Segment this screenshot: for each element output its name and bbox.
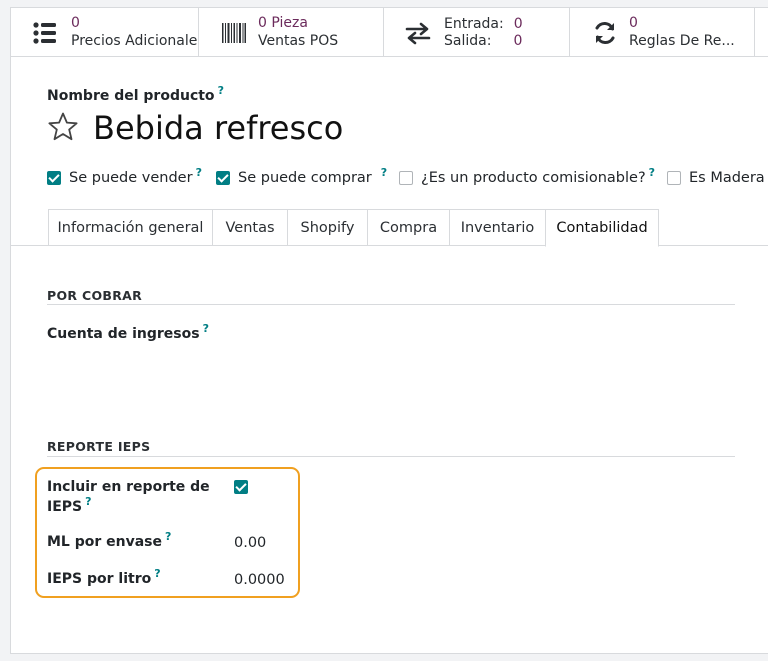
ieps-per-liter-field[interactable]: 0.0000	[234, 572, 285, 588]
include-ieps-label-line1: Incluir en reporte de	[47, 479, 210, 495]
section-divider	[47, 304, 735, 305]
help-tooltip[interactable]: ?	[381, 166, 387, 179]
tab-shopify[interactable]: Shopify	[287, 209, 367, 246]
help-tooltip[interactable]: ?	[203, 322, 209, 335]
tab-accounting[interactable]: Contabilidad	[545, 209, 659, 247]
extra-prices-button[interactable]: 0 Precios Adicionales	[11, 8, 199, 57]
section-divider	[47, 456, 735, 457]
can-be-purchased-checkbox[interactable]: Se puede comprar?	[216, 166, 387, 186]
help-tooltip[interactable]: ?	[649, 166, 655, 179]
smart-buttons-bar: 0 Precios Adicionales 0 Pieza Ventas POS…	[11, 8, 768, 57]
checkbox-checked[interactable]	[216, 171, 230, 185]
extra-prices-label: Precios Adicionales	[71, 33, 199, 49]
favorite-star-icon[interactable]	[47, 111, 79, 143]
can-be-purchased-label: Se puede comprar	[238, 170, 372, 186]
outgoing-label: Salida:	[444, 33, 492, 49]
ml-per-container-label: ML por envase?	[47, 530, 172, 550]
list-icon	[33, 22, 56, 44]
pos-sales-button[interactable]: 0 Pieza Ventas POS	[199, 8, 384, 57]
is-wood-checkbox[interactable]: Es Madera?	[667, 166, 768, 186]
ieps-per-liter-label: IEPS por litro?	[47, 567, 161, 587]
include-ieps-label-line2: IEPS?	[47, 495, 92, 515]
refresh-icon	[595, 21, 615, 45]
product-name-field[interactable]: Bebida refresco	[93, 108, 343, 148]
pos-sales-quantity: 0 Pieza	[258, 15, 308, 31]
can-be-sold-checkbox[interactable]: Se puede vender?	[47, 166, 202, 186]
help-tooltip[interactable]: ?	[154, 567, 160, 580]
help-tooltip[interactable]: ?	[218, 84, 224, 97]
barcode-icon	[222, 23, 246, 43]
tab-inventory[interactable]: Inventario	[449, 209, 545, 246]
checkbox-unchecked[interactable]	[667, 171, 681, 185]
reorder-rules-count: 0	[629, 15, 638, 31]
is-wood-label: Es Madera	[689, 170, 765, 186]
include-ieps-checkbox[interactable]	[234, 480, 248, 494]
pos-sales-label: Ventas POS	[258, 33, 339, 49]
tab-purchase[interactable]: Compra	[367, 209, 449, 246]
ml-per-container-field[interactable]: 0.00	[234, 535, 266, 551]
extra-prices-count: 0	[71, 15, 80, 31]
tab-general-information[interactable]: Información general	[48, 209, 212, 246]
commissionable-checkbox[interactable]: ¿Es un producto comisionable??	[399, 166, 655, 186]
ieps-report-section-title: REPORTE IEPS	[47, 439, 151, 454]
help-tooltip[interactable]: ?	[196, 166, 202, 179]
receivable-section-title: POR COBRAR	[47, 288, 143, 303]
commissionable-label: ¿Es un producto comisionable?	[421, 170, 646, 186]
incoming-label: Entrada:	[444, 16, 504, 32]
reorder-rules-button[interactable]: 0 Reglas De Re...	[570, 8, 755, 57]
help-tooltip[interactable]: ?	[165, 530, 171, 543]
outgoing-row: Salida: 0	[444, 33, 522, 50]
tab-sales[interactable]: Ventas	[212, 209, 287, 246]
reorder-rules-label: Reglas De Re...	[629, 33, 735, 49]
product-form-sheet: 0 Precios Adicionales 0 Pieza Ventas POS…	[10, 7, 768, 654]
can-be-sold-label: Se puede vender	[69, 170, 193, 186]
notebook-tabs: Información general Ventas Shopify Compr…	[48, 209, 659, 247]
product-name-label: Nombre del producto?	[47, 84, 224, 104]
in-out-moves-button[interactable]: Entrada: 0 Salida: 0	[384, 8, 570, 57]
transfer-arrows-icon	[405, 22, 431, 45]
checkbox-unchecked[interactable]	[399, 171, 413, 185]
checkbox-checked[interactable]	[47, 171, 61, 185]
outgoing-value: 0	[513, 33, 523, 49]
incoming-value: 0	[513, 16, 523, 32]
incoming-row: Entrada: 0	[444, 16, 523, 33]
help-tooltip[interactable]: ?	[85, 495, 91, 508]
income-account-label: Cuenta de ingresos?	[47, 322, 209, 342]
